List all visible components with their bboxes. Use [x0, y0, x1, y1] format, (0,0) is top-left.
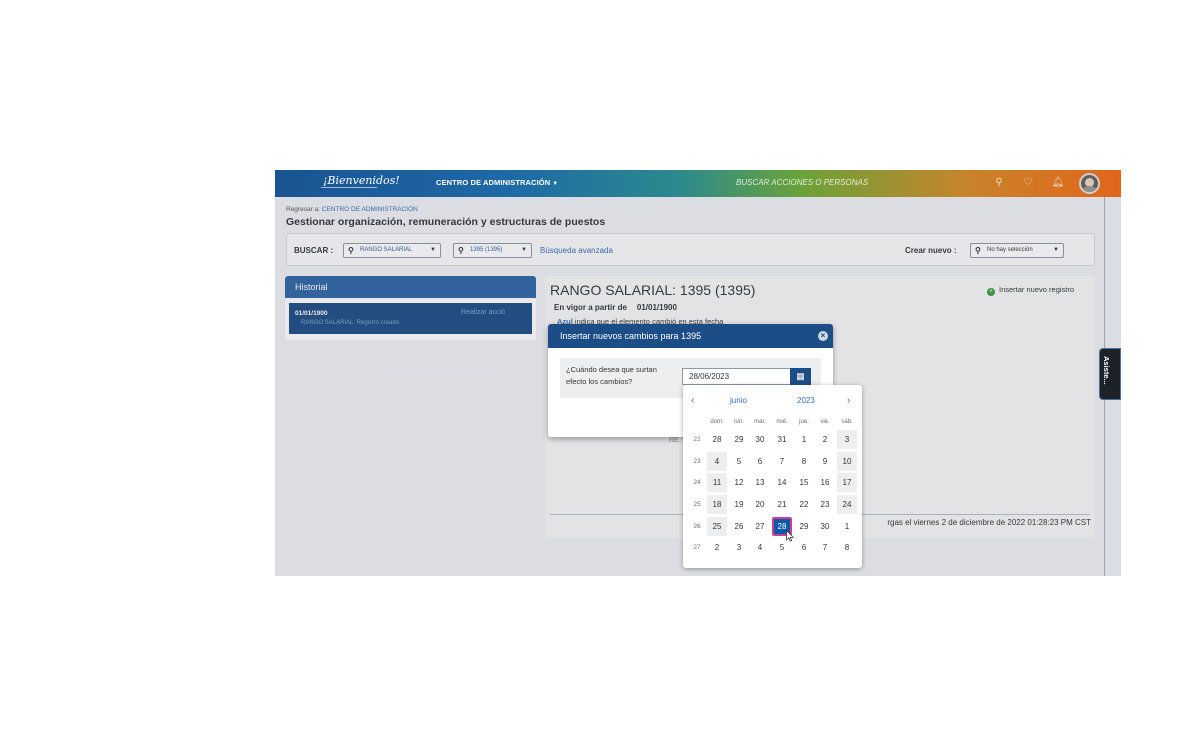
- calendar-day[interactable]: 1: [794, 430, 814, 449]
- calendar-day[interactable]: 30: [815, 517, 835, 536]
- top-header: ¡Bienvenidos! CENTRO DE ADMINISTRACIÓN ▼ …: [275, 170, 1121, 197]
- calendar-day[interactable]: 26: [729, 517, 749, 536]
- app-window: ¡Bienvenidos! CENTRO DE ADMINISTRACIÓN ▼ …: [275, 170, 1121, 576]
- weekday-header: jue.: [799, 419, 809, 425]
- date-picker: ‹ junio 2023 › dom. lun. mar. mié. jue. …: [683, 385, 862, 568]
- help-icon[interactable]: ♡: [1021, 176, 1035, 190]
- chevron-left-icon[interactable]: ‹: [691, 395, 694, 406]
- calendar-day[interactable]: 13: [750, 473, 770, 492]
- week-number: 26: [693, 523, 701, 530]
- assistant-tab[interactable]: Asiste...: [1099, 348, 1121, 400]
- mouse-pointer-icon: [786, 530, 794, 542]
- close-icon[interactable]: ×: [818, 331, 828, 341]
- week-number: 25: [693, 501, 701, 508]
- calendar-day[interactable]: 24: [837, 495, 857, 514]
- calendar-day[interactable]: 8: [794, 452, 814, 471]
- calendar-day[interactable]: 6: [750, 452, 770, 471]
- calendar-day[interactable]: 16: [815, 473, 835, 492]
- calendar-day[interactable]: 19: [729, 495, 749, 514]
- avatar-body: [1082, 186, 1097, 192]
- date-question-line1: ¿Cuándo desea que surtan: [566, 365, 657, 374]
- calendar-day[interactable]: 9: [815, 452, 835, 471]
- calendar-day[interactable]: 29: [729, 430, 749, 449]
- calendar-day[interactable]: 4: [707, 452, 727, 471]
- calendar-day[interactable]: 22: [794, 495, 814, 514]
- calendar-day[interactable]: 8: [837, 538, 857, 557]
- calendar-day[interactable]: 11: [707, 473, 727, 492]
- calendar-day[interactable]: 15: [794, 473, 814, 492]
- chevron-down-icon: ▼: [552, 181, 559, 187]
- weekday-header: lun.: [734, 419, 744, 425]
- welcome-logo[interactable]: ¡Bienvenidos!: [323, 174, 400, 187]
- week-number: 23: [693, 458, 701, 465]
- week-number: 24: [693, 479, 701, 486]
- calendar-day[interactable]: 10: [837, 452, 857, 471]
- calendar-day[interactable]: 29: [794, 517, 814, 536]
- admin-center-label: CENTRO DE ADMINISTRACIÓN: [436, 178, 551, 187]
- weekday-header: vie.: [820, 419, 830, 425]
- bell-icon[interactable]: 🔔︎: [1051, 176, 1065, 190]
- calendar-icon[interactable]: ▦: [790, 368, 811, 385]
- calendar-day[interactable]: 2: [815, 430, 835, 449]
- week-number: 27: [693, 544, 701, 551]
- global-search-input[interactable]: BUSCAR ACCIONES O PERSONAS: [715, 175, 975, 192]
- year-selector[interactable]: 2023: [797, 396, 815, 405]
- weekday-header: dom.: [710, 419, 724, 425]
- calendar-day[interactable]: 23: [815, 495, 835, 514]
- calendar-day[interactable]: 20: [750, 495, 770, 514]
- calendar-day[interactable]: 21: [772, 495, 792, 514]
- calendar-day[interactable]: 27: [750, 517, 770, 536]
- calendar-day[interactable]: 14: [772, 473, 792, 492]
- week-number: 22: [693, 436, 701, 443]
- calendar-day[interactable]: 31: [772, 430, 792, 449]
- calendar-day[interactable]: 18: [707, 495, 727, 514]
- calendar-day[interactable]: 30: [750, 430, 770, 449]
- month-selector[interactable]: junio: [730, 396, 747, 405]
- admin-center-menu[interactable]: CENTRO DE ADMINISTRACIÓN ▼: [436, 178, 558, 187]
- calendar-day[interactable]: 1: [837, 517, 857, 536]
- calendar-day[interactable]: 3: [729, 538, 749, 557]
- calendar-day[interactable]: 28: [707, 430, 727, 449]
- assistant-tab-label: Asiste...: [1102, 356, 1111, 385]
- weekday-header: mié.: [776, 419, 788, 425]
- weekday-header: sáb.: [841, 419, 853, 425]
- date-input[interactable]: [682, 368, 794, 385]
- dialog-title: Insertar nuevos cambios para 1395: [548, 324, 833, 348]
- calendar-day[interactable]: 7: [772, 452, 792, 471]
- search-icon[interactable]: ⚲: [992, 176, 1006, 190]
- calendar-day[interactable]: 6: [794, 538, 814, 557]
- calendar-day[interactable]: 25: [707, 517, 727, 536]
- avatar[interactable]: [1079, 173, 1100, 194]
- calendar-day[interactable]: 17: [837, 473, 857, 492]
- calendar-day[interactable]: 5: [729, 452, 749, 471]
- weekday-header: mar.: [754, 419, 766, 425]
- calendar-day[interactable]: 2: [707, 538, 727, 557]
- chevron-right-icon[interactable]: ›: [847, 395, 850, 406]
- calendar-day[interactable]: 3: [837, 430, 857, 449]
- calendar-day[interactable]: 12: [729, 473, 749, 492]
- calendar-day[interactable]: 4: [750, 538, 770, 557]
- date-question-line2: efecto los cambios?: [566, 377, 633, 386]
- calendar-day[interactable]: 7: [815, 538, 835, 557]
- logo-underline: [321, 187, 377, 188]
